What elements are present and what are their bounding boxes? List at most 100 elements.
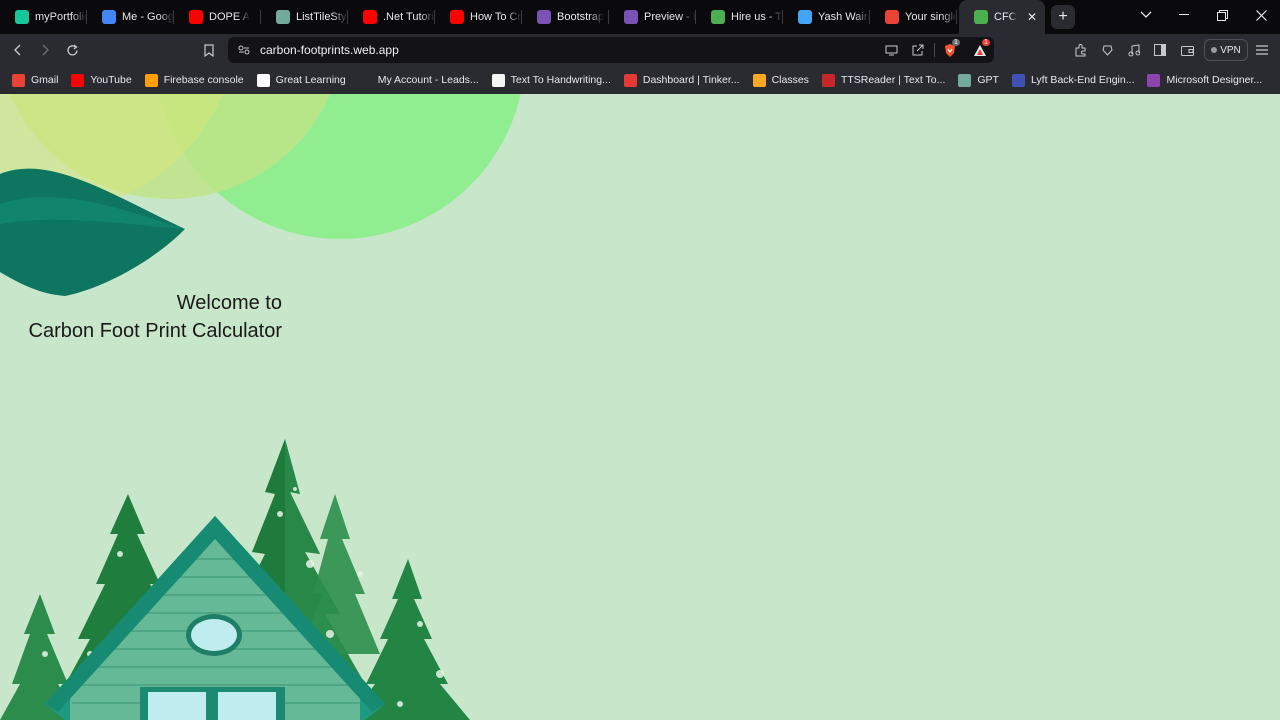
bookmark-icon[interactable] xyxy=(199,40,219,60)
tab-title: CFC xyxy=(994,11,1017,23)
bookmark-item[interactable]: TTSReader | Text To... xyxy=(821,73,945,87)
hero-illustration xyxy=(0,94,521,720)
extensions-icon[interactable] xyxy=(1070,40,1090,60)
tab-5[interactable]: How To Cre xyxy=(435,0,522,34)
page-icon xyxy=(491,73,505,87)
bookmark-item[interactable]: Lyft Back-End Engin... xyxy=(1011,73,1135,87)
bookmark-item[interactable]: Firebase console xyxy=(144,73,244,87)
bookmark-label: GPT xyxy=(977,74,999,86)
designer-icon xyxy=(1147,73,1161,87)
firebase-icon xyxy=(144,73,158,87)
tab-list: myPortfolio Me - Google DOPE A ListTileStyl… xyxy=(0,0,1045,34)
bookmark-label: Dashboard | Tinker... xyxy=(642,74,740,86)
tab-11[interactable]: CFC ✕ xyxy=(959,0,1045,34)
tab-7[interactable]: Preview - B xyxy=(609,0,696,34)
cfc-icon xyxy=(974,10,988,24)
google-icon xyxy=(256,73,270,87)
wallet-icon[interactable] xyxy=(1177,40,1197,60)
bookmark-label: Lyft Back-End Engin... xyxy=(1030,74,1135,86)
bookmark-item[interactable]: Microsoft Designer... xyxy=(1147,73,1263,87)
bookmark-label: My Account - Leads... xyxy=(377,74,479,86)
youtube-icon xyxy=(71,73,85,87)
bookmark-item[interactable]: My Account - Leads... xyxy=(358,73,479,87)
back-icon[interactable] xyxy=(8,40,28,60)
share-icon[interactable] xyxy=(910,42,926,58)
cast-icon[interactable] xyxy=(883,42,899,58)
forward-icon[interactable] xyxy=(35,40,55,60)
bookmark-item[interactable]: Classes xyxy=(752,73,809,87)
bookmark-item[interactable]: Dashboard | Tinker... xyxy=(623,73,740,87)
leads-icon xyxy=(358,73,372,87)
speaker-icon xyxy=(821,73,835,87)
tab-title: DOPE A xyxy=(209,11,250,23)
shields-badge: 1 xyxy=(952,39,960,46)
rewards-badge: 1 xyxy=(982,39,990,46)
site-settings-icon[interactable] xyxy=(236,42,252,58)
tab-3[interactable]: ListTileStyle xyxy=(261,0,348,34)
minimize-icon[interactable] xyxy=(1165,0,1203,30)
url-text[interactable]: carbon-footprints.web.app xyxy=(260,43,399,57)
leo-ai-icon[interactable] xyxy=(1097,40,1117,60)
youtube-icon xyxy=(363,10,377,24)
bookmark-item[interactable]: GPT xyxy=(958,73,999,87)
address-divider xyxy=(934,43,935,57)
bookmark-item[interactable]: Text To Handwriting... xyxy=(491,73,611,87)
welcome-heading: Welcome to Carbon Foot Print Calculator xyxy=(29,289,282,345)
web-page: Welcome to Carbon Foot Print Calculator xyxy=(0,94,1280,720)
restore-icon[interactable] xyxy=(1203,0,1241,30)
vpn-button[interactable]: VPN xyxy=(1204,39,1248,61)
bookmark-label: Classes xyxy=(771,74,809,86)
tab-0[interactable]: myPortfolio xyxy=(0,0,87,34)
reload-icon[interactable] xyxy=(62,40,82,60)
classroom-icon xyxy=(752,73,766,87)
address-bar[interactable]: carbon-footprints.web.app 1 1 xyxy=(228,37,994,63)
bookmark-item[interactable]: Gmail xyxy=(12,73,59,87)
tab-title: Hire us - Th xyxy=(731,11,783,23)
portfolio-icon xyxy=(15,10,29,24)
welcome-line: Welcome to xyxy=(176,292,282,314)
toolbar: carbon-footprints.web.app 1 1 VPN xyxy=(0,34,1280,66)
gmail-icon xyxy=(885,10,899,24)
tab-4[interactable]: .Net Tutorial xyxy=(348,0,435,34)
vpn-label: VPN xyxy=(1220,44,1241,56)
close-tab-icon[interactable]: ✕ xyxy=(1027,10,1037,24)
bookmarks-bar: Gmail YouTube Firebase console Great Learni… xyxy=(0,66,1280,94)
flutter-icon xyxy=(798,10,812,24)
tab-title: Yash Waira xyxy=(818,11,870,23)
bookmark-label: Microsoft Designer... xyxy=(1166,74,1263,86)
bookmark-label: YouTube xyxy=(90,74,132,86)
new-tab-button[interactable]: + xyxy=(1051,5,1075,29)
tab-title: myPortfolio xyxy=(35,11,87,23)
vpn-status-icon xyxy=(1211,47,1218,53)
bookmark-label: Gmail xyxy=(31,74,59,86)
menu-icon[interactable] xyxy=(1252,40,1272,60)
tab-title: .Net Tutorial xyxy=(383,11,435,23)
tab-title: Your single xyxy=(905,11,957,23)
tab-1[interactable]: Me - Google xyxy=(87,0,174,34)
tab-2[interactable]: DOPE A xyxy=(174,0,261,34)
sidebar-icon[interactable] xyxy=(1150,40,1170,60)
tab-9[interactable]: Yash Waira xyxy=(783,0,870,34)
tab-strip: myPortfolio Me - Google DOPE A ListTileStyl… xyxy=(0,0,1280,34)
chatgpt-icon xyxy=(958,73,972,87)
gmail-icon xyxy=(12,73,25,87)
tab-10[interactable]: Your single xyxy=(870,0,957,34)
page-title: Carbon Foot Print Calculator xyxy=(28,320,282,342)
close-window-icon[interactable] xyxy=(1242,0,1280,30)
brave-rewards-icon[interactable]: 1 xyxy=(972,39,990,58)
forage-icon xyxy=(1011,73,1025,87)
tab-search-icon[interactable] xyxy=(1127,0,1165,30)
bookmark-label: Firebase console xyxy=(163,74,244,86)
tab-title: Me - Google xyxy=(122,11,174,23)
youtube-icon xyxy=(450,10,464,24)
bookmark-item[interactable]: Great Learning xyxy=(256,73,346,87)
tab-title: Preview - B xyxy=(644,11,696,23)
tab-8[interactable]: Hire us - Th xyxy=(696,0,783,34)
media-icon[interactable] xyxy=(1124,40,1144,60)
leaf-icon xyxy=(711,10,725,24)
chatgpt-icon xyxy=(276,10,290,24)
brave-shields-icon[interactable]: 1 xyxy=(942,39,960,58)
drive-icon xyxy=(102,10,116,24)
bookmark-item[interactable]: YouTube xyxy=(71,73,132,87)
tab-6[interactable]: Bootstrap xyxy=(522,0,609,34)
